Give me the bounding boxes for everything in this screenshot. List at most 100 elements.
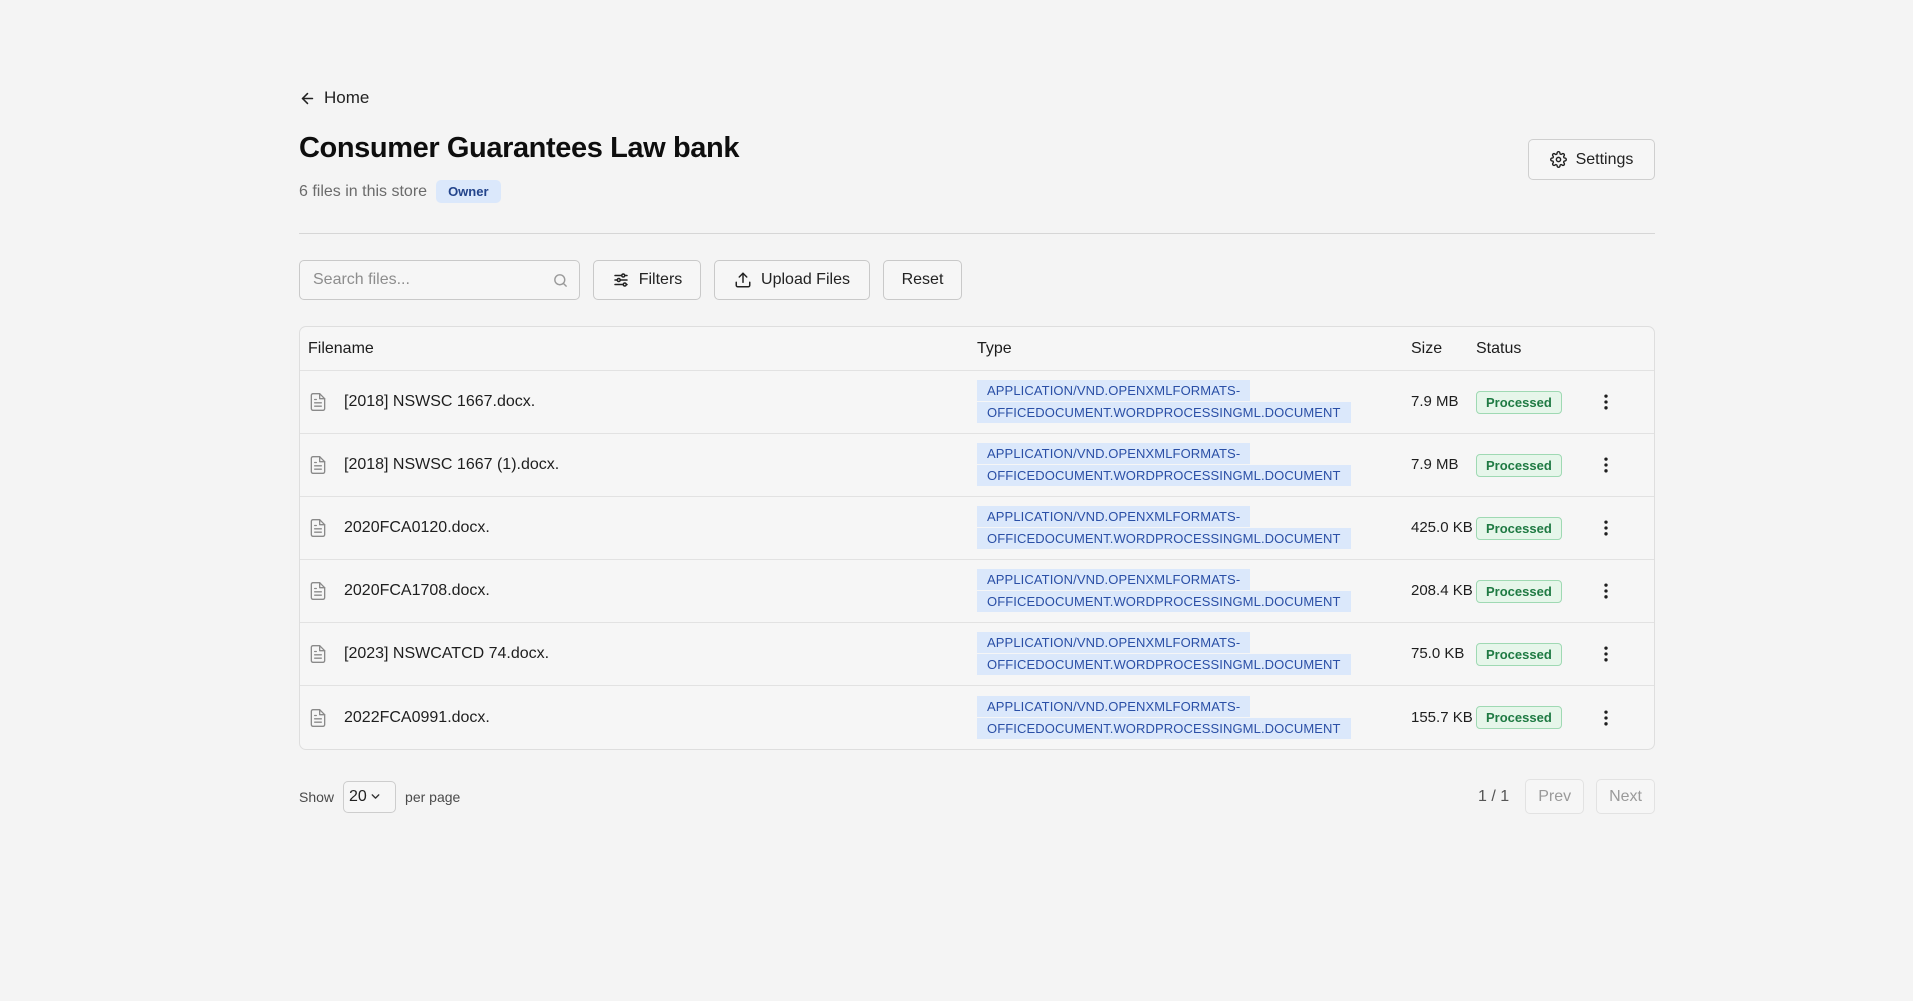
type-cell: APPLICATION/VND.OPENXMLFORMATS-OFFICEDOC…: [977, 506, 1411, 550]
row-actions-cell: [1586, 455, 1626, 475]
filename-text[interactable]: [2018] NSWSC 1667 (1).docx.: [344, 456, 559, 474]
files-table: Filename Type Size Status [2018] NSWSC 1…: [299, 326, 1655, 750]
type-tag: APPLICATION/VND.OPENXMLFORMATS-OFFICEDOC…: [977, 506, 1351, 549]
column-header-size[interactable]: Size: [1411, 338, 1476, 360]
arrow-left-icon: [301, 92, 314, 104]
row-actions-cell: [1586, 392, 1626, 412]
table-footer: Show 20 per page 1 / 1 Prev Next: [299, 779, 1655, 814]
per-page-value: 20: [349, 787, 367, 805]
filename-cell: 2020FCA1708.docx.: [300, 581, 977, 601]
upload-icon: [735, 272, 751, 288]
row-actions-cell: [1586, 708, 1626, 728]
filename-text[interactable]: 2020FCA1708.docx.: [344, 582, 490, 600]
status-cell: Processed: [1476, 516, 1586, 540]
filename-text[interactable]: [2018] NSWSC 1667.docx.: [344, 393, 535, 411]
chevron-down-icon: [371, 794, 380, 799]
status-badge: Processed: [1476, 706, 1562, 729]
size-cell: 7.9 MB: [1411, 393, 1459, 410]
row-actions-cell: [1586, 644, 1626, 664]
column-header-filename[interactable]: Filename: [300, 340, 977, 358]
type-tag: APPLICATION/VND.OPENXMLFORMATS-OFFICEDOC…: [977, 695, 1351, 739]
sliders-icon: [613, 273, 628, 287]
document-icon: [310, 519, 326, 537]
document-icon: [310, 456, 326, 474]
page-header: Consumer Guarantees Law bank 6 files in …: [299, 130, 1655, 220]
status-cell: Processed: [1476, 706, 1586, 729]
column-header-status[interactable]: Status: [1476, 340, 1586, 358]
page-indicator: 1 / 1: [1478, 787, 1510, 805]
row-actions-cell: [1586, 518, 1626, 538]
filename-text[interactable]: 2020FCA0120.docx.: [344, 519, 490, 537]
table-row[interactable]: [2023] NSWCATCD 74.docx. APPLICATION/VND.…: [300, 623, 1654, 686]
status-cell: Processed: [1476, 579, 1586, 603]
role-badge: Owner: [436, 180, 501, 203]
file-store-page: Home Consumer Guarantees Law bank 6 file…: [299, 86, 1655, 814]
reset-button-label: Reset: [901, 271, 944, 288]
size-cell: 208.4 KB: [1411, 582, 1473, 599]
upload-files-button-label: Upload Files: [761, 271, 850, 288]
search-icon: [554, 274, 567, 287]
type-cell: APPLICATION/VND.OPENXMLFORMATS-OFFICEDOC…: [977, 569, 1411, 613]
type-cell: APPLICATION/VND.OPENXMLFORMATS-OFFICEDOC…: [977, 443, 1411, 487]
table-row[interactable]: [2018] NSWSC 1667.docx. APPLICATION/VND.O…: [300, 371, 1654, 434]
column-header-type[interactable]: Type: [977, 340, 1411, 358]
more-vertical-icon[interactable]: [1596, 518, 1616, 538]
status-cell: Processed: [1476, 390, 1586, 414]
page-subtitle: 6 files in this store Owner: [299, 180, 1655, 203]
upload-files-button[interactable]: Upload Files: [714, 260, 870, 300]
size-cell: 155.7 KB: [1411, 708, 1473, 726]
back-link-label: Home: [324, 88, 370, 107]
table-header: Filename Type Size Status: [300, 327, 1654, 371]
row-actions-cell: [1586, 581, 1626, 601]
per-page-label: per page: [405, 788, 461, 805]
type-cell: APPLICATION/VND.OPENXMLFORMATS-OFFICEDOC…: [977, 695, 1411, 740]
status-cell: Processed: [1476, 453, 1586, 477]
table-body: [2018] NSWSC 1667.docx. APPLICATION/VND.O…: [300, 371, 1654, 749]
status-badge: Processed: [1476, 516, 1562, 540]
more-vertical-icon[interactable]: [1596, 392, 1616, 412]
pagination: 1 / 1 Prev Next: [1478, 779, 1655, 814]
page-title: Consumer Guarantees Law bank: [299, 132, 740, 164]
show-label: Show: [299, 788, 335, 805]
file-count-text: 6 files in this store: [299, 182, 428, 200]
filters-button[interactable]: Filters: [593, 260, 701, 300]
status-badge: Processed: [1476, 579, 1562, 603]
reset-button[interactable]: Reset: [883, 260, 962, 300]
back-link-home[interactable]: Home: [299, 86, 1655, 110]
filename-cell: 2020FCA0120.docx.: [300, 518, 977, 538]
document-icon: [310, 645, 326, 663]
type-tag: APPLICATION/VND.OPENXMLFORMATS-OFFICEDOC…: [977, 443, 1351, 486]
toolbar: Filters Upload Files Reset: [299, 260, 1655, 300]
per-page-select[interactable]: 20: [343, 780, 397, 813]
status-cell: Processed: [1476, 642, 1586, 666]
filename-text[interactable]: [2023] NSWCATCD 74.docx.: [344, 645, 549, 663]
status-badge: Processed: [1476, 390, 1562, 414]
type-tag: APPLICATION/VND.OPENXMLFORMATS-OFFICEDOC…: [977, 380, 1351, 423]
filename-text[interactable]: 2022FCA0991.docx.: [344, 709, 490, 727]
next-page-button[interactable]: Next: [1596, 779, 1655, 814]
gear-icon: [1549, 151, 1567, 168]
prev-page-button[interactable]: Prev: [1525, 779, 1585, 814]
document-icon: [310, 582, 326, 600]
table-row[interactable]: [2018] NSWSC 1667 (1).docx. APPLICATION/V…: [300, 434, 1654, 497]
search-input[interactable]: [300, 261, 579, 299]
type-cell: APPLICATION/VND.OPENXMLFORMATS-OFFICEDOC…: [977, 632, 1411, 676]
document-icon: [310, 393, 326, 411]
table-row[interactable]: 2022FCA0991.docx. APPLICATION/VND.OPENXML…: [300, 686, 1654, 749]
type-tag: APPLICATION/VND.OPENXMLFORMATS-OFFICEDOC…: [977, 632, 1351, 675]
filename-cell: [2023] NSWCATCD 74.docx.: [300, 644, 977, 664]
header-divider: [299, 233, 1655, 234]
status-badge: Processed: [1476, 642, 1562, 666]
size-cell: 425.0 KB: [1411, 519, 1473, 536]
more-vertical-icon[interactable]: [1596, 581, 1616, 601]
settings-button[interactable]: Settings: [1528, 139, 1655, 180]
size-cell: 7.9 MB: [1411, 456, 1459, 473]
table-row[interactable]: 2020FCA1708.docx. APPLICATION/VND.OPENXML…: [300, 560, 1654, 623]
table-row[interactable]: 2020FCA0120.docx. APPLICATION/VND.OPENXML…: [300, 497, 1654, 560]
more-vertical-icon[interactable]: [1596, 708, 1616, 728]
filename-cell: [2018] NSWSC 1667 (1).docx.: [300, 455, 977, 475]
more-vertical-icon[interactable]: [1596, 644, 1616, 664]
size-cell: 75.0 KB: [1411, 645, 1465, 662]
search-box: [299, 260, 580, 300]
more-vertical-icon[interactable]: [1596, 455, 1616, 475]
